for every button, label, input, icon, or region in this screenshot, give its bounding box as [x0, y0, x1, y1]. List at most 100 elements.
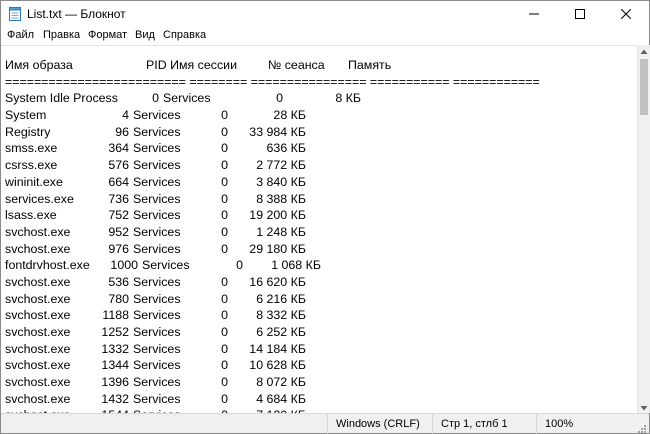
process-name: System Idle Process	[5, 91, 118, 106]
scroll-thumb[interactable]	[640, 59, 648, 115]
process-session-number: 0	[221, 308, 228, 323]
process-memory: 8 332 КБ	[256, 308, 306, 323]
process-session: Services	[133, 358, 181, 373]
menu-format[interactable]: Формат	[88, 29, 127, 41]
process-row: fontdrvhost.exe 1000 Services 0 1 068 КБ	[5, 258, 637, 275]
process-name: System	[5, 108, 47, 123]
process-session-number: 0	[221, 191, 228, 206]
process-session: Services	[133, 141, 181, 156]
process-name: lsass.exe	[5, 208, 57, 223]
process-session: Services	[163, 91, 211, 106]
process-pid: 1252	[101, 325, 129, 339]
process-session-number: 0	[236, 258, 243, 273]
process-memory: 8 072 КБ	[256, 375, 306, 390]
process-memory: 28 КБ	[273, 108, 306, 123]
process-memory: 29 180 КБ	[249, 241, 306, 256]
process-pid: 1396	[101, 375, 129, 390]
minimize-button[interactable]	[511, 1, 557, 27]
process-session-number: 0	[221, 241, 228, 256]
process-session-number: 0	[221, 358, 228, 373]
process-memory: 3 840 КБ	[256, 174, 306, 189]
process-row: smss.exe 364 Services 0 636 КБ	[5, 141, 637, 158]
process-row: svchost.exe 1252 Services 0 6 252 КБ	[5, 325, 637, 342]
process-memory: 19 200 КБ	[249, 208, 306, 223]
process-pid: 1432	[101, 391, 129, 406]
process-memory: 4 684 КБ	[256, 391, 306, 406]
process-session: Services	[133, 274, 181, 289]
process-session-number: 0	[221, 174, 228, 189]
process-session: Services	[142, 258, 190, 273]
process-name: svchost.exe	[5, 391, 71, 406]
process-pid: 4	[122, 108, 129, 123]
process-pid: 1332	[101, 341, 129, 356]
process-session-number: 0	[221, 274, 228, 289]
process-memory: 33 984 КБ	[249, 124, 306, 139]
process-session: Services	[133, 341, 181, 356]
process-session: Services	[133, 208, 181, 223]
process-memory: 1 068 КБ	[271, 258, 321, 273]
process-name: svchost.exe	[5, 325, 71, 339]
header-line: Имя образа PID Имя сессии № сеанса Памят…	[5, 58, 637, 75]
maximize-button[interactable]	[557, 1, 603, 27]
process-name: svchost.exe	[5, 341, 71, 356]
process-row: svchost.exe 1432 Services 0 4 684 КБ	[5, 392, 637, 409]
process-rows: System Idle Process 0 Services 0 8 КБ System 4…	[5, 91, 637, 413]
process-pid: 952	[108, 224, 129, 239]
process-session: Services	[133, 241, 181, 256]
process-pid: 364	[108, 141, 129, 156]
header-session-number: № сеанса	[268, 58, 325, 72]
process-session: Services	[133, 191, 181, 206]
status-line-ending: Windows (CRLF)	[327, 414, 432, 434]
process-session: Services	[133, 391, 181, 406]
notepad-app-icon	[9, 7, 21, 21]
process-name: fontdrvhost.exe	[5, 258, 90, 273]
scroll-down-arrow-icon[interactable]	[638, 401, 650, 413]
process-pid: 96	[115, 124, 129, 139]
process-session-number: 0	[221, 291, 228, 306]
process-row: csrss.exe 576 Services 0 2 772 КБ	[5, 158, 637, 175]
process-session: Services	[133, 308, 181, 323]
process-pid: 664	[108, 174, 129, 189]
status-cursor-position: Стр 1, стлб 1	[432, 414, 536, 434]
process-name: svchost.exe	[5, 291, 71, 306]
title-bar[interactable]: List.txt — Блокнот	[1, 1, 649, 27]
process-pid: 576	[108, 158, 129, 173]
menu-edit[interactable]: Правка	[43, 29, 80, 41]
close-button[interactable]	[603, 1, 649, 27]
close-icon	[621, 9, 631, 19]
header-image-name: Имя образа	[5, 58, 73, 72]
process-pid: 736	[108, 191, 129, 206]
menu-help[interactable]: Справка	[163, 29, 206, 41]
text-editor[interactable]: Имя образа PID Имя сессии № сеанса Памят…	[1, 45, 637, 413]
process-session-number: 0	[221, 108, 228, 123]
process-row: wininit.exe 664 Services 0 3 840 КБ	[5, 175, 637, 192]
vertical-scrollbar[interactable]	[637, 45, 650, 413]
process-name: smss.exe	[5, 141, 58, 156]
menu-file[interactable]: Файл	[7, 29, 34, 41]
process-pid: 976	[108, 241, 129, 256]
notepad-window: List.txt — Блокнот Файл Правка Формат Ви…	[0, 0, 650, 434]
process-row: svchost.exe 952 Services 0 1 248 КБ	[5, 225, 637, 242]
scroll-up-arrow-icon[interactable]	[638, 45, 650, 57]
process-name: Registry	[5, 124, 51, 139]
process-pid: 1344	[101, 358, 129, 373]
resize-grip-icon[interactable]	[637, 421, 647, 433]
document-text[interactable]: Имя образа PID Имя сессии № сеанса Памят…	[5, 58, 637, 413]
process-row: System 4 Services 0 28 КБ	[5, 108, 637, 125]
process-memory: 1 248 КБ	[256, 224, 306, 239]
process-pid: 1188	[102, 308, 129, 323]
process-memory: 636 КБ	[266, 141, 306, 156]
status-bar: Windows (CRLF) Стр 1, стлб 1 100%	[1, 413, 649, 434]
maximize-icon	[575, 9, 585, 19]
process-session: Services	[133, 325, 181, 339]
process-memory: 8 КБ	[335, 91, 361, 106]
status-zoom: 100%	[536, 414, 636, 434]
process-memory: 14 184 КБ	[249, 341, 306, 356]
process-name: svchost.exe	[5, 358, 71, 373]
menu-view[interactable]: Вид	[135, 29, 155, 41]
process-row: svchost.exe 1344 Services 0 10 628 КБ	[5, 358, 637, 375]
process-row: svchost.exe 1188 Services 0 8 332 КБ	[5, 308, 637, 325]
process-session-number: 0	[221, 224, 228, 239]
process-session: Services	[133, 291, 181, 306]
process-session: Services	[133, 108, 181, 123]
